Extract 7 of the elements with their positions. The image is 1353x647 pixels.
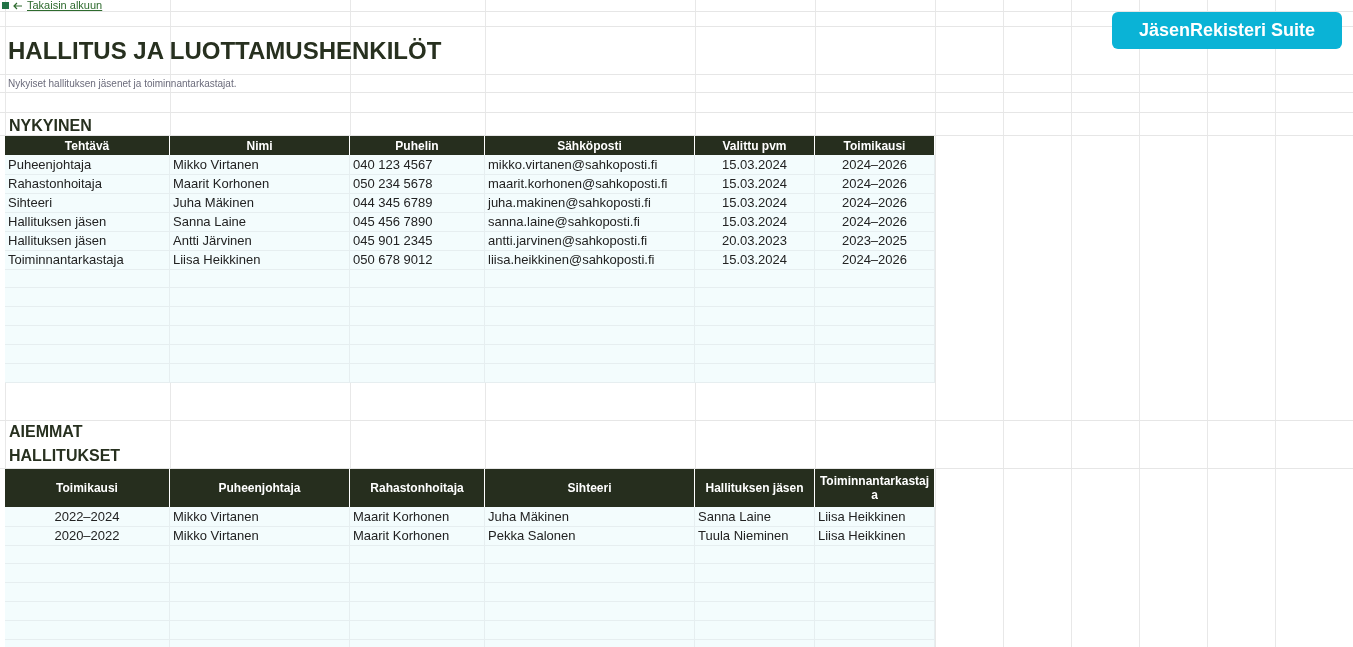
- arrow-icon: [13, 1, 23, 10]
- page-title: HALLITUS JA LUOTTAMUSHENKILÖT: [8, 36, 442, 65]
- section-heading: AIEMMAT HALLITUKSET: [9, 422, 122, 466]
- page-subtitle: Nykyiset hallituksen jäsenet ja toiminnantarkastajat.: [8, 78, 237, 89]
- cell-cursor-icon: [2, 2, 9, 9]
- section-heading: NYKYINEN: [9, 117, 92, 135]
- back-link[interactable]: Takaisin alkuun: [27, 0, 103, 11]
